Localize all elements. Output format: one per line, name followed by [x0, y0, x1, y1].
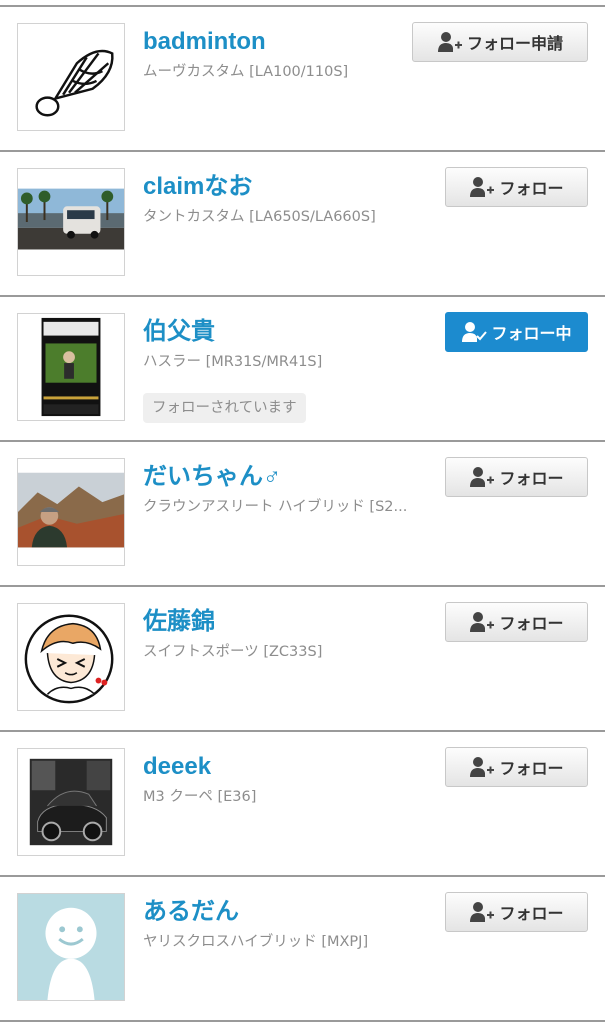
follow-label: フォロー: [499, 759, 564, 778]
car-model: スイフトスポーツ [ZC33S]: [143, 644, 323, 660]
list-item: 佐藤錦 スイフトスポーツ [ZC33S] フォロー: [0, 585, 605, 730]
user-name[interactable]: 佐藤錦: [143, 607, 215, 637]
list-item: あるだん ヤリスクロスハイブリッド [MXPJ] フォロー: [0, 875, 605, 1022]
follow-label: フォロー: [499, 179, 564, 198]
car-model: タントカスタム [LA650S/LA660S]: [143, 209, 376, 225]
car-model: ハスラー [MR31S/MR41S]: [143, 354, 323, 370]
avatar[interactable]: [17, 893, 125, 1001]
list-item: deeek M3 クーペ [E36] フォロー: [0, 730, 605, 875]
default-avatar-icon: [18, 894, 124, 1000]
list-item: 伯父貴 ハスラー [MR31S/MR41S] フォローされています フォロー中: [0, 295, 605, 440]
user-plus-icon: [437, 32, 462, 52]
avatar[interactable]: [17, 458, 125, 566]
shuttlecock-icon: [18, 24, 124, 130]
follow-label: フォロー: [499, 469, 564, 488]
phone-screenshot-photo: [18, 314, 124, 420]
user-name[interactable]: deeek: [143, 752, 211, 782]
list-item: claimなお タントカスタム [LA650S/LA660S] フォロー: [0, 150, 605, 295]
user-name[interactable]: あるだん: [143, 897, 239, 927]
mountain-photo: [18, 459, 124, 565]
following-label: フォロー中: [491, 324, 572, 343]
follow-label: フォロー: [499, 904, 564, 923]
follow-list: badminton ムーヴカスタム [LA100/110S] フォロー申請 cl…: [0, 0, 605, 1024]
anime-illustration: [18, 604, 124, 710]
user-plus-icon: [470, 757, 495, 777]
follow-request-button[interactable]: フォロー申請: [412, 22, 588, 62]
car-model: M3 クーペ [E36]: [143, 789, 257, 805]
list-item: だいちゃん♂ クラウンアスリート ハイブリッド [S2... フォロー: [0, 440, 605, 585]
car-model: ムーヴカスタム [LA100/110S]: [143, 64, 349, 80]
car-garage-photo: [18, 749, 124, 855]
follow-label: フォロー: [499, 614, 564, 633]
follow-button[interactable]: フォロー: [445, 747, 588, 787]
user-name[interactable]: claimなお: [143, 172, 252, 202]
avatar[interactable]: [17, 748, 125, 856]
car-photo: [18, 169, 124, 275]
avatar[interactable]: [17, 23, 125, 131]
user-check-icon: [462, 322, 488, 342]
user-plus-icon: [470, 902, 495, 922]
list-item: badminton ムーヴカスタム [LA100/110S] フォロー申請: [0, 5, 605, 150]
follow-button[interactable]: フォロー: [445, 167, 588, 207]
user-plus-icon: [470, 467, 495, 487]
avatar[interactable]: [17, 603, 125, 711]
car-model: クラウンアスリート ハイブリッド [S2...: [143, 499, 408, 515]
user-name[interactable]: 伯父貴: [143, 317, 215, 347]
follow-button[interactable]: フォロー: [445, 602, 588, 642]
follow-request-label: フォロー申請: [466, 34, 563, 53]
car-model: ヤリスクロスハイブリッド [MXPJ]: [143, 934, 369, 950]
user-plus-icon: [470, 177, 495, 197]
follow-button[interactable]: フォロー: [445, 892, 588, 932]
avatar[interactable]: [17, 313, 125, 421]
avatar[interactable]: [17, 168, 125, 276]
following-button[interactable]: フォロー中: [445, 312, 588, 352]
followed-by-badge: フォローされています: [143, 393, 306, 423]
user-name[interactable]: badminton: [143, 27, 266, 57]
follow-button[interactable]: フォロー: [445, 457, 588, 497]
user-name[interactable]: だいちゃん♂: [143, 462, 281, 492]
user-plus-icon: [470, 612, 495, 632]
